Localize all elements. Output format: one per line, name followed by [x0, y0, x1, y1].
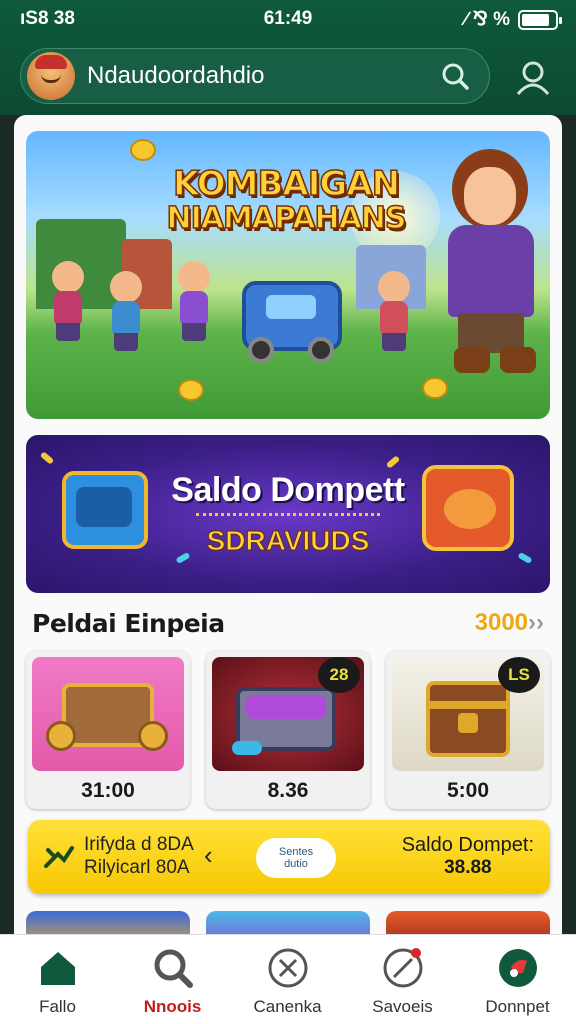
- wallet-line2: Rilyicarl 80A: [84, 856, 190, 878]
- item-price: 31:00: [81, 779, 135, 802]
- wallet-description: Irifyda d 8DA Rilyicarl 80A: [84, 834, 194, 880]
- status-bar: ıS8 38 61:49 ∕ ⅋ %: [0, 6, 576, 32]
- nav-label: Fallo: [39, 997, 76, 1016]
- item-badge: 28: [318, 657, 360, 693]
- nav-item-search[interactable]: Nnoois: [115, 935, 230, 1024]
- bottom-nav: Fallo Nnoois Canenka Savoeis Donnpet: [0, 934, 576, 1024]
- close-circle-icon[interactable]: [267, 947, 309, 989]
- search-bar[interactable]: [20, 48, 490, 104]
- item-price: 8.36: [267, 779, 309, 802]
- hero-character: [370, 271, 418, 351]
- arrows-icon: [42, 842, 76, 872]
- nav-item-wallet[interactable]: Donnpet: [460, 935, 575, 1024]
- battery-icon: [518, 9, 562, 30]
- search-input[interactable]: [75, 62, 435, 90]
- wallet-balance-banner[interactable]: Irifyda d 8DA Rilyicarl 80A ‹ Sentes dut…: [28, 820, 550, 894]
- item-cards-row2: [26, 911, 550, 935]
- search-icon[interactable]: [152, 947, 194, 989]
- wallet-pill[interactable]: Sentes dutio: [256, 838, 336, 878]
- see-more-text[interactable]: 3000: [475, 609, 528, 636]
- wallet-pill-line2: dutio: [284, 858, 308, 871]
- hero-banner[interactable]: KOMBAIGAN NIAMAPAHANS: [26, 131, 550, 419]
- section-header: Peldai Einpeia 3000››: [32, 605, 544, 641]
- chevron-left-icon: ‹: [204, 840, 213, 870]
- promo-subtitle: SDRAVIUDS: [206, 525, 370, 557]
- item-badge: LS: [498, 657, 540, 693]
- item-cards: 31:00 28 8.36 LS 5:00: [26, 651, 550, 811]
- sparkle: [39, 451, 55, 465]
- signal-icons: ∕ ⅋ %: [464, 9, 510, 30]
- see-more-link[interactable]: 3000››: [475, 609, 544, 637]
- chevron-right-icon[interactable]: ››: [528, 609, 544, 636]
- wallet-pill-line1: Sentes: [278, 846, 314, 858]
- coin-icon: [422, 377, 448, 399]
- hero-title-line1: KOMBAIGAN: [172, 164, 401, 204]
- hero-character: [44, 261, 92, 341]
- wallet-value: 38.88: [444, 857, 492, 878]
- nav-item-cancel[interactable]: Canenka: [230, 935, 345, 1024]
- content-panel: KOMBAIGAN NIAMAPAHANS Saldo Dompett SDRA…: [14, 115, 562, 935]
- home-icon[interactable]: [37, 947, 79, 989]
- avatar[interactable]: [27, 52, 75, 100]
- hero-title-line2: NIAMAPAHANS: [166, 200, 408, 236]
- hero-title: KOMBAIGAN NIAMAPAHANS: [146, 164, 426, 236]
- top-bar: ıS8 38 61:49 ∕ ⅋ %: [0, 0, 576, 115]
- wallet-summary: Saldo Dompet: 38.88: [402, 834, 534, 879]
- hero-character: [102, 271, 150, 351]
- wallet-icon[interactable]: [497, 947, 539, 989]
- search-icon[interactable]: [435, 56, 475, 96]
- item-card[interactable]: [206, 911, 370, 935]
- item-price: 5:00: [446, 779, 490, 802]
- coin-icon: [130, 139, 156, 161]
- item-card[interactable]: [26, 911, 190, 935]
- hero-wheel: [248, 337, 274, 363]
- nav-item-home[interactable]: Fallo: [0, 935, 115, 1024]
- nav-item-saved[interactable]: Savoeis: [345, 935, 460, 1024]
- coin-icon: [178, 379, 204, 401]
- item-card[interactable]: 31:00: [26, 651, 190, 809]
- item-card[interactable]: LS 5:00: [386, 651, 550, 809]
- item-card[interactable]: 28 8.36: [206, 651, 370, 809]
- hero-wheel: [308, 337, 334, 363]
- nav-label: Savoeis: [372, 997, 433, 1016]
- item-image: [32, 657, 184, 771]
- nav-label: Canenka: [253, 997, 322, 1016]
- promo-banner[interactable]: Saldo Dompett SDRAVIUDS: [26, 435, 550, 593]
- nav-label: Nnoois: [143, 997, 202, 1016]
- wallet-line1: Irifyda d 8DA: [84, 834, 194, 855]
- profile-icon[interactable]: [508, 52, 558, 102]
- section-title: Peldai Einpeia: [32, 609, 225, 638]
- status-right: ∕ ⅋ %: [464, 8, 562, 31]
- nav-label: Donnpet: [485, 997, 550, 1016]
- promo-divider: [196, 513, 380, 517]
- hero-character-main: [434, 149, 544, 379]
- wallet-label: Saldo Dompet:: [401, 834, 534, 856]
- edit-icon[interactable]: [382, 947, 424, 989]
- promo-title: Saldo Dompett: [171, 471, 405, 509]
- sparkle: [385, 455, 401, 469]
- item-card[interactable]: [386, 911, 550, 935]
- hero-character: [170, 261, 218, 341]
